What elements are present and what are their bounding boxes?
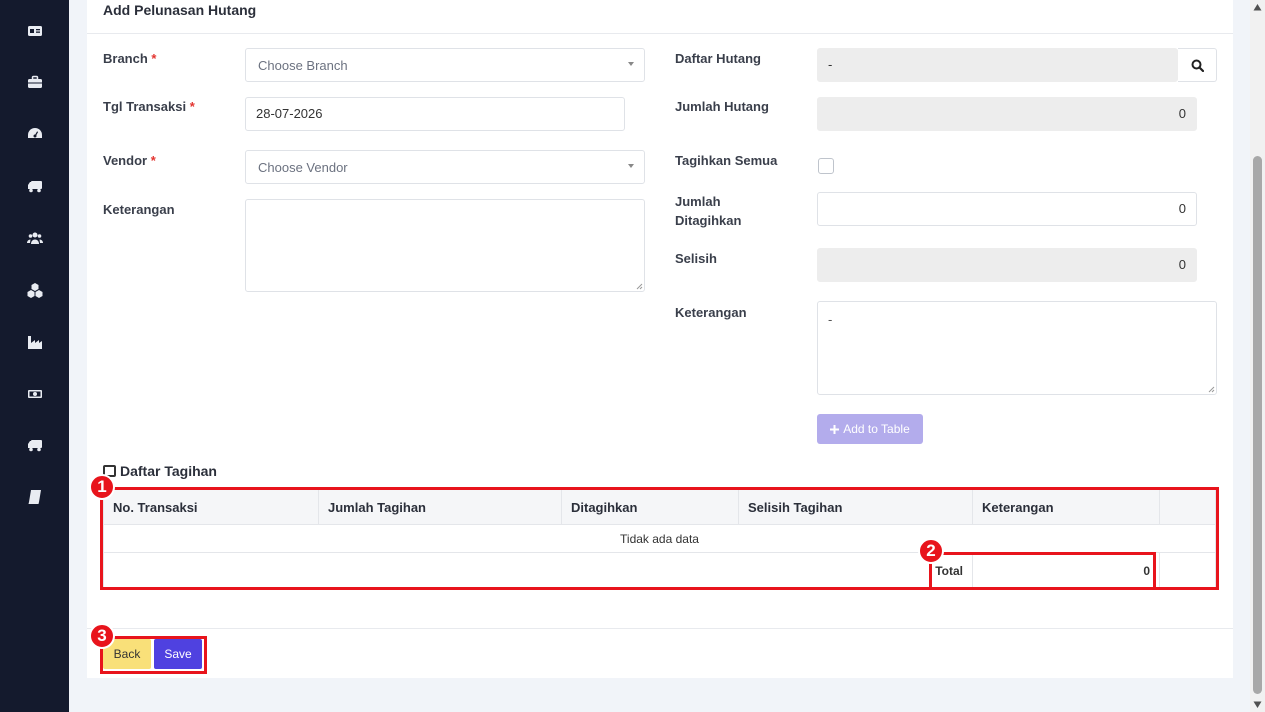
dashboard-icon[interactable] [27, 126, 43, 142]
daftar-tagihan-title: Daftar Tagihan [103, 463, 217, 479]
annotation-badge-2: 2 [918, 538, 944, 564]
tgl-transaksi-input[interactable]: 28-07-2026 [245, 97, 625, 131]
cubes-icon[interactable] [27, 282, 43, 298]
highlight-box-3 [100, 636, 207, 674]
chevron-down-icon [628, 164, 634, 168]
jumlah-hutang-input[interactable]: 0 [817, 97, 1197, 131]
title-divider [87, 33, 1233, 34]
search-button[interactable] [1178, 48, 1217, 82]
tgl-transaksi-label: Tgl Transaksi * [103, 99, 195, 114]
resize-grip-icon[interactable] [636, 283, 643, 290]
plus-icon [830, 424, 840, 434]
briefcase-icon[interactable] [27, 74, 43, 90]
highlight-box-2 [929, 552, 1156, 590]
chevron-down-icon [628, 62, 634, 66]
search-icon [1191, 59, 1204, 72]
jumlah-ditagihkan-input[interactable]: 0 [817, 192, 1197, 226]
truck-icon[interactable] [27, 178, 43, 194]
scroll-up-icon[interactable] [1253, 3, 1262, 12]
keterangan-right-label: Keterangan [675, 305, 747, 320]
daftar-hutang-label: Daftar Hutang [675, 51, 761, 66]
jumlah-hutang-label: Jumlah Hutang [675, 99, 769, 114]
tagihkan-semua-checkbox[interactable] [818, 158, 834, 174]
scroll-down-icon[interactable] [1253, 700, 1262, 709]
vendor-label: Vendor * [103, 153, 156, 168]
branch-select-placeholder: Choose Branch [258, 58, 348, 73]
scroll-thumb[interactable] [1253, 156, 1262, 694]
keterangan-right-textarea[interactable]: - [817, 301, 1217, 395]
factory-icon[interactable] [27, 334, 43, 350]
annotation-badge-1: 1 [89, 474, 115, 500]
vendor-select[interactable]: Choose Vendor [245, 150, 645, 184]
selisih-label: Selisih [675, 251, 717, 266]
page-scrollbar[interactable] [1250, 0, 1265, 712]
id-card-icon[interactable] [27, 23, 43, 39]
footer-divider [87, 628, 1233, 629]
keterangan-left-label: Keterangan [103, 202, 175, 217]
keterangan-left-textarea[interactable] [245, 199, 645, 292]
daftar-hutang-input[interactable]: - [817, 48, 1178, 82]
annotation-badge-3: 3 [89, 623, 115, 649]
branch-label: Branch * [103, 51, 157, 66]
jumlah-ditagihkan-label: Jumlah Ditagihkan [675, 194, 742, 228]
sidebar [0, 0, 69, 712]
tagihkan-semua-label: Tagihkan Semua [675, 153, 778, 168]
page-title: Add Pelunasan Hutang [103, 2, 257, 18]
selisih-input[interactable]: 0 [817, 248, 1197, 282]
vendor-select-placeholder: Choose Vendor [258, 160, 348, 175]
book-icon[interactable] [27, 489, 43, 505]
money-icon[interactable] [27, 386, 43, 402]
add-to-table-button[interactable]: Add to Table [817, 414, 923, 444]
users-icon[interactable] [27, 230, 43, 246]
truck-icon[interactable] [27, 437, 43, 453]
add-to-table-label: Add to Table [843, 422, 910, 436]
branch-select[interactable]: Choose Branch [245, 48, 645, 82]
resize-grip-icon[interactable] [1208, 386, 1215, 393]
